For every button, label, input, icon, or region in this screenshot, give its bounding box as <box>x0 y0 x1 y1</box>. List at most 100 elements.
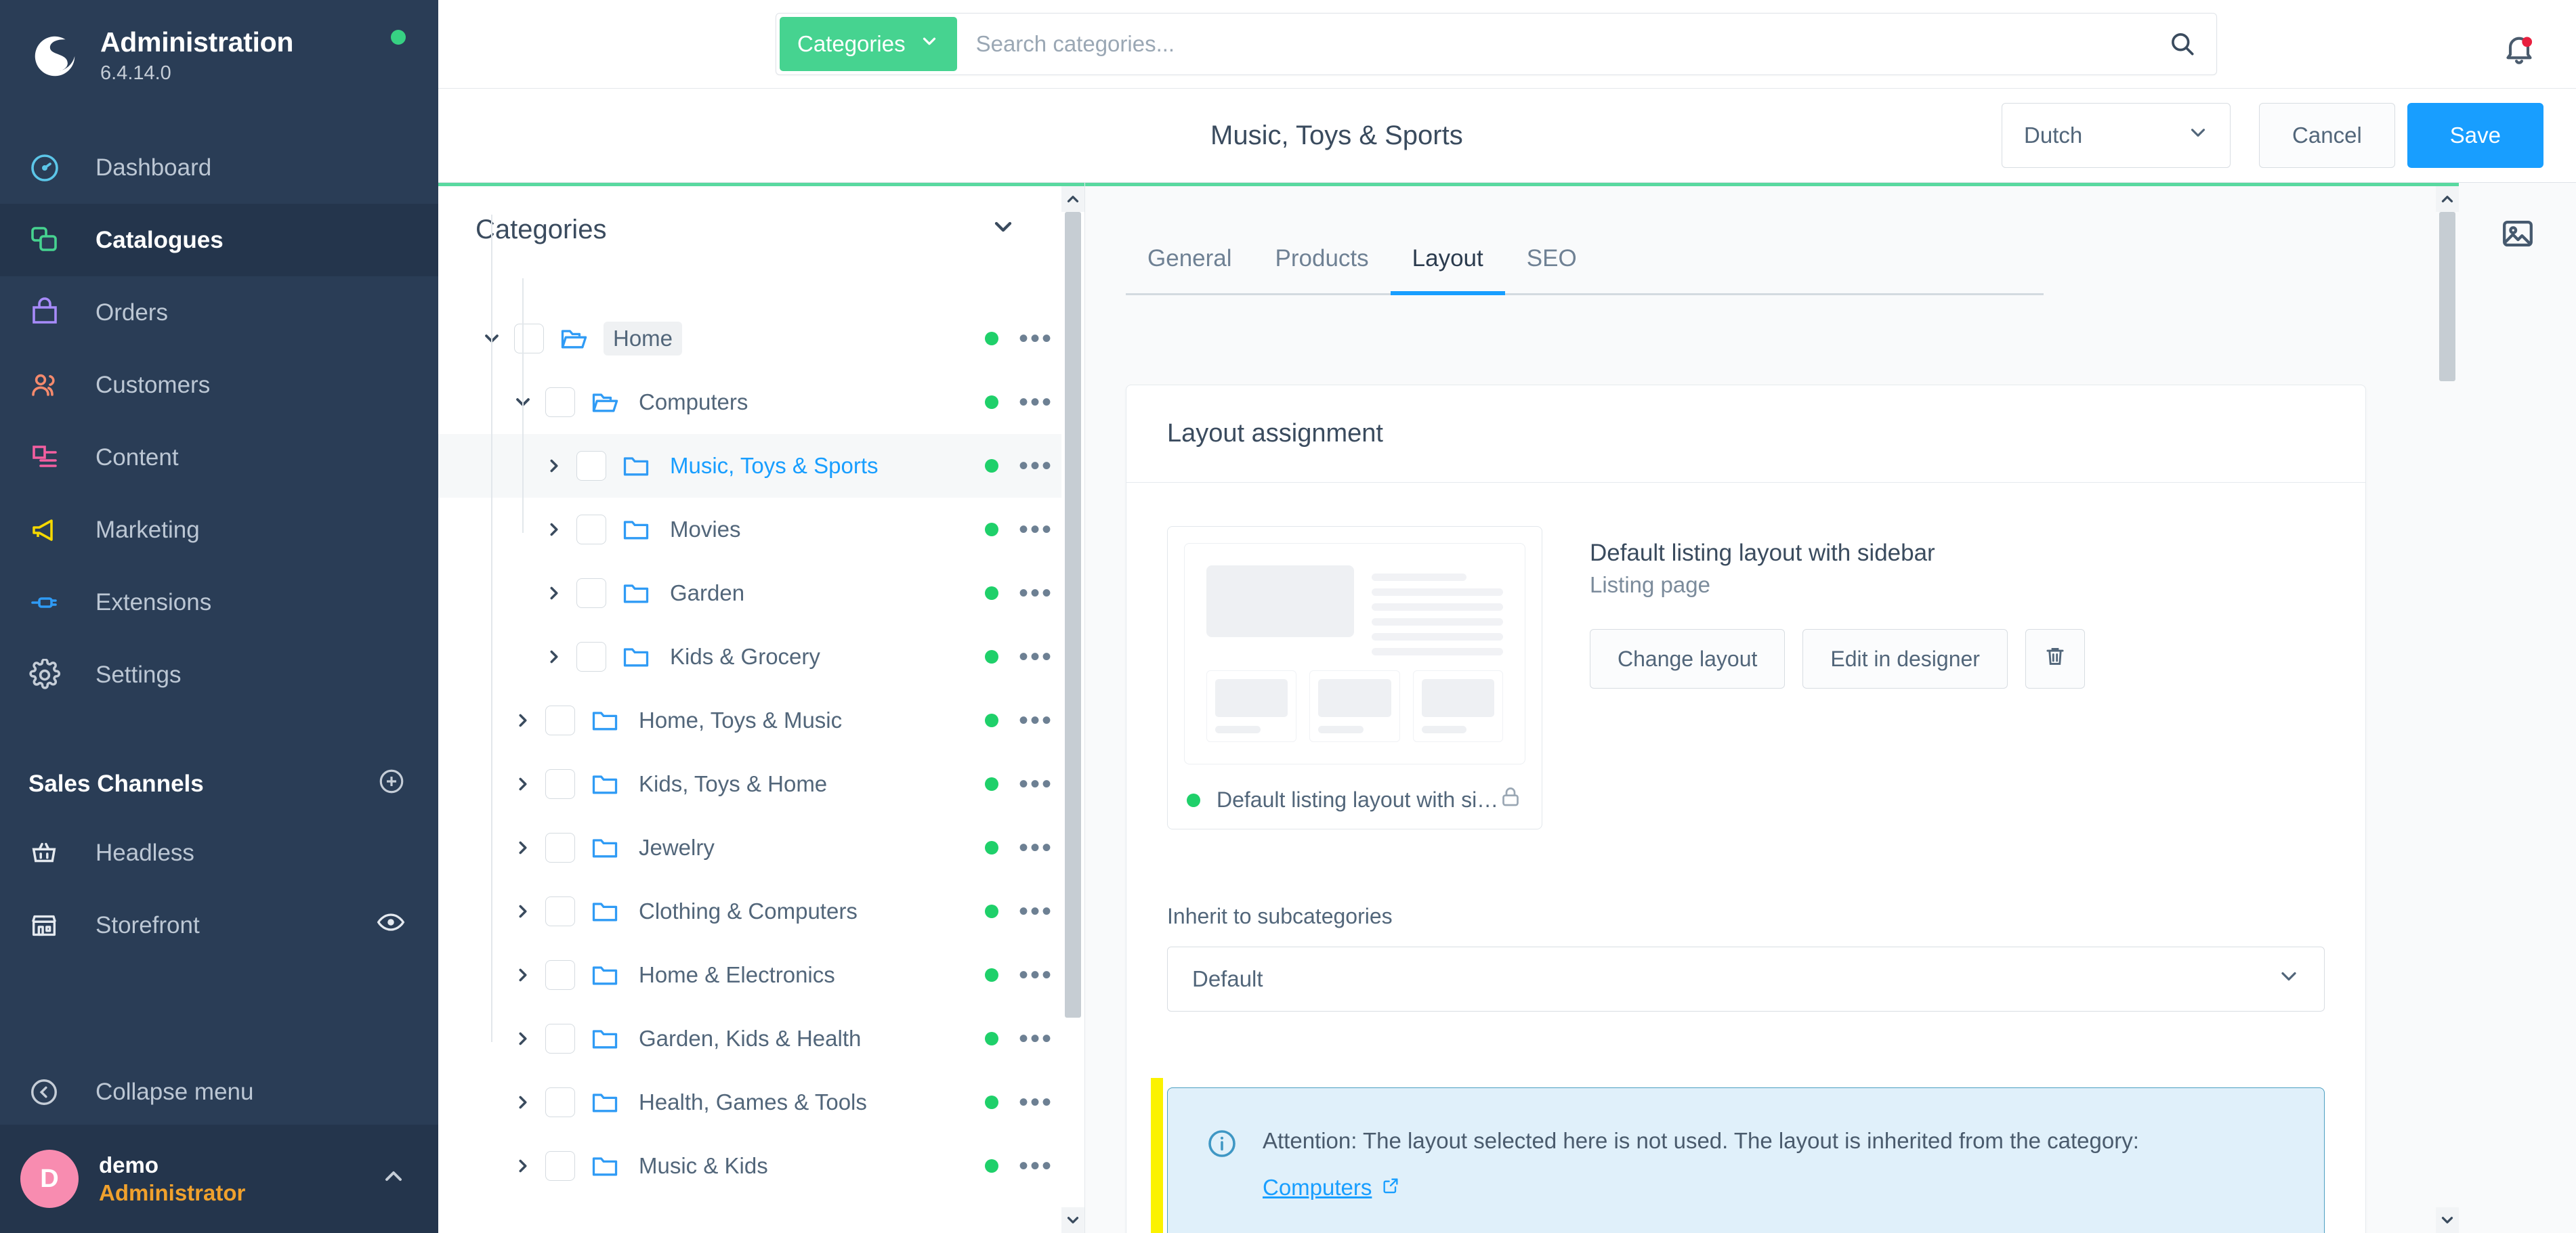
tree-row[interactable]: Music, Toys & Sports ••• <box>438 434 1084 498</box>
tree-row-checkbox[interactable] <box>576 642 606 672</box>
tree-row-checkbox[interactable] <box>545 387 575 417</box>
search-input[interactable] <box>956 31 2152 57</box>
tree-scroll-thumb[interactable] <box>1065 212 1081 1018</box>
change-layout-button[interactable]: Change layout <box>1590 629 1786 689</box>
tree-guide-line <box>491 215 492 1042</box>
tree-row[interactable]: Home, Toys & Music ••• <box>438 689 1084 752</box>
preview-storefront-icon[interactable] <box>376 907 406 943</box>
tree-row[interactable]: Movies ••• <box>438 498 1084 561</box>
tree-row[interactable]: Garden ••• <box>438 561 1084 625</box>
tree-row-context-menu-icon[interactable]: ••• <box>1019 961 1053 989</box>
tree-row[interactable]: Health, Games & Tools ••• <box>438 1070 1084 1134</box>
tree-row-context-menu-icon[interactable]: ••• <box>1019 1025 1053 1052</box>
inherit-select[interactable]: Default <box>1167 947 2325 1012</box>
tree-row-status-badge <box>984 1032 998 1045</box>
detail-scroll-thumb[interactable] <box>2439 212 2455 381</box>
chevron-right-icon[interactable] <box>505 710 541 731</box>
tree-row-checkbox[interactable] <box>545 960 575 990</box>
layout-preview[interactable]: Default listing layout with si… <box>1167 526 1542 829</box>
tree-row[interactable]: Jewelry ••• <box>438 816 1084 880</box>
tree-row-checkbox[interactable] <box>545 896 575 926</box>
sidebar-item-headless[interactable]: Headless <box>0 817 438 889</box>
tree-row-context-menu-icon[interactable]: ••• <box>1019 1152 1053 1180</box>
scroll-down-icon[interactable] <box>2436 1207 2459 1233</box>
save-button[interactable]: Save <box>2407 103 2543 168</box>
chevron-right-icon[interactable] <box>536 519 572 540</box>
chevron-right-icon[interactable] <box>505 838 541 858</box>
collapse-menu-button[interactable]: Collapse menu <box>0 1060 438 1125</box>
tree-row-checkbox[interactable] <box>545 706 575 735</box>
chevron-right-icon[interactable] <box>505 965 541 985</box>
tree-row-context-menu-icon[interactable]: ••• <box>1019 580 1053 607</box>
tree-row-checkbox[interactable] <box>545 833 575 863</box>
delete-layout-button[interactable] <box>2025 629 2085 689</box>
chevron-right-icon[interactable] <box>536 583 572 603</box>
user-menu[interactable]: D demo Administrator <box>0 1125 438 1233</box>
scroll-up-icon[interactable] <box>2436 186 2459 212</box>
tree-row-context-menu-icon[interactable]: ••• <box>1019 452 1053 479</box>
tab-layout[interactable]: Layout <box>1390 245 1505 295</box>
search-type-selector[interactable]: Categories <box>780 17 957 71</box>
tree-row-checkbox[interactable] <box>545 1024 575 1054</box>
scroll-up-icon[interactable] <box>1061 186 1084 212</box>
chevron-right-icon[interactable] <box>536 647 572 667</box>
edit-in-designer-button[interactable]: Edit in designer <box>1802 629 2008 689</box>
tree-row-context-menu-icon[interactable]: ••• <box>1019 834 1053 861</box>
scroll-down-icon[interactable] <box>1061 1207 1084 1233</box>
tree-row-context-menu-icon[interactable]: ••• <box>1019 643 1053 670</box>
tree-row[interactable]: Clothing & Computers ••• <box>438 880 1084 943</box>
tree-row[interactable]: Kids & Grocery ••• <box>438 625 1084 689</box>
tab-general[interactable]: General <box>1126 245 1254 295</box>
tree-scrollbar[interactable] <box>1061 186 1084 1233</box>
search-icon[interactable] <box>2152 29 2213 59</box>
chevron-right-icon[interactable] <box>536 456 572 476</box>
tree-row-context-menu-icon[interactable]: ••• <box>1019 389 1053 416</box>
tree-row-context-menu-icon[interactable]: ••• <box>1019 1089 1053 1116</box>
sidebar-item-settings[interactable]: Settings <box>0 639 438 711</box>
tree-row-checkbox[interactable] <box>576 578 606 608</box>
detail-scrollbar[interactable] <box>2436 186 2459 1233</box>
chevron-right-icon[interactable] <box>505 901 541 922</box>
add-sales-channel-button[interactable] <box>377 767 406 802</box>
sidebar-item-customers[interactable]: Customers <box>0 349 438 421</box>
tree-row-label: Garden <box>670 580 745 605</box>
tree-row[interactable]: Garden, Kids & Health ••• <box>438 1007 1084 1070</box>
inherited-category-link[interactable]: Computers <box>1263 1175 1400 1200</box>
tree-row-checkbox[interactable] <box>576 515 606 544</box>
sidebar-item-content[interactable]: Content <box>0 421 438 494</box>
tree-row-checkbox[interactable] <box>545 1151 575 1181</box>
chevron-right-icon[interactable] <box>505 1092 541 1112</box>
notifications-bell-icon[interactable] <box>2501 33 2537 74</box>
tree-row-checkbox[interactable] <box>576 451 606 481</box>
sidebar-item-extensions[interactable]: Extensions <box>0 566 438 639</box>
chevron-right-icon[interactable] <box>505 1156 541 1176</box>
tree-row-context-menu-icon[interactable]: ••• <box>1019 771 1053 798</box>
chevron-down-icon[interactable] <box>990 213 1017 246</box>
tab-products[interactable]: Products <box>1254 245 1391 295</box>
sidebar-item-catalogues[interactable]: Catalogues <box>0 204 438 276</box>
tree-row[interactable]: Kids, Toys & Home ••• <box>438 752 1084 816</box>
sidebar-item-marketing[interactable]: Marketing <box>0 494 438 566</box>
tree-row[interactable]: Home ••• <box>438 307 1084 370</box>
tree-row-checkbox[interactable] <box>545 769 575 799</box>
tree-row-checkbox[interactable] <box>545 1087 575 1117</box>
chevron-up-icon[interactable] <box>380 1163 407 1196</box>
tree-row-context-menu-icon[interactable]: ••• <box>1019 325 1053 352</box>
tree-row-context-menu-icon[interactable]: ••• <box>1019 516 1053 543</box>
sidebar-item-dashboard[interactable]: Dashboard <box>0 131 438 204</box>
tree-row-context-menu-icon[interactable]: ••• <box>1019 898 1053 925</box>
language-selector[interactable]: Dutch <box>2002 103 2231 168</box>
tree-row-context-menu-icon[interactable]: ••• <box>1019 707 1053 734</box>
sidebar-item-orders[interactable]: Orders <box>0 276 438 349</box>
chevron-right-icon[interactable] <box>505 1029 541 1049</box>
tree-row[interactable]: Computers ••• <box>438 370 1084 434</box>
tab-seo[interactable]: SEO <box>1505 245 1599 295</box>
sidebar-item-label: Orders <box>96 299 168 326</box>
media-image-icon[interactable] <box>2499 215 2536 1233</box>
tree-row[interactable]: Home & Electronics ••• <box>438 943 1084 1007</box>
cancel-button[interactable]: Cancel <box>2259 103 2395 168</box>
chevron-right-icon[interactable] <box>505 774 541 794</box>
tree-row[interactable]: Music & Kids ••• <box>438 1134 1084 1198</box>
tree-row-checkbox[interactable] <box>514 324 544 353</box>
sidebar-item-storefront[interactable]: Storefront <box>0 889 438 961</box>
